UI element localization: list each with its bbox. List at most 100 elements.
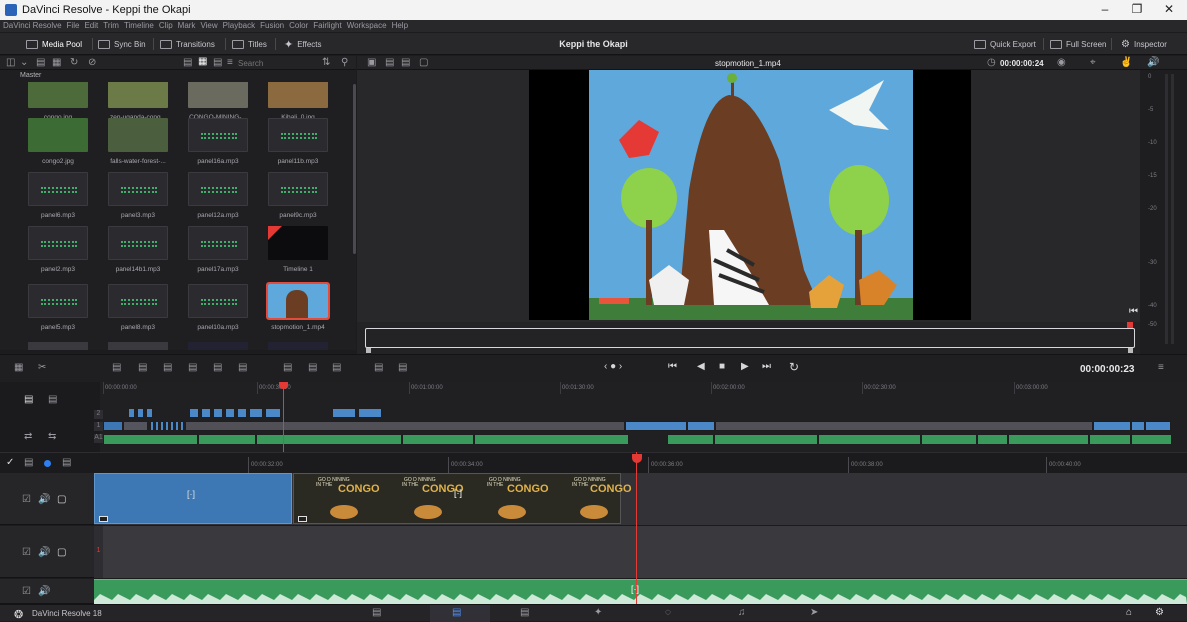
mini-clip-a1[interactable]: [977, 434, 1008, 445]
media-pool-clip[interactable]: panel17a.mp3: [183, 226, 253, 278]
minimize-button[interactable]: –: [1090, 2, 1120, 16]
track-height-icon[interactable]: ▤: [24, 394, 33, 405]
mini-clip-a1[interactable]: [921, 434, 977, 445]
lock-icon[interactable]: ☑: [22, 494, 31, 505]
import-icon[interactable]: ▤: [36, 57, 45, 68]
marker-icon[interactable]: ▤: [62, 457, 71, 468]
mini-clip-v2[interactable]: [146, 408, 153, 418]
close-button[interactable]: ✕: [1154, 2, 1184, 16]
media-pool-scrollbar[interactable]: [353, 84, 356, 254]
mini-clip-v2[interactable]: [249, 408, 263, 418]
mini-clip-v1[interactable]: [1093, 421, 1131, 431]
effects-button[interactable]: ✦ Effects: [284, 38, 322, 51]
play-icon[interactable]: ▶: [741, 361, 749, 372]
mini-clip-v2[interactable]: [358, 408, 382, 418]
dual-viewer-icon[interactable]: ▤: [385, 57, 394, 68]
media-pool-clip[interactable]: panel10a.mp3: [183, 284, 253, 336]
mini-clip-v1[interactable]: [103, 421, 123, 431]
menu-item[interactable]: Playback: [220, 20, 257, 30]
bin-list-icon[interactable]: ◫: [6, 57, 15, 68]
home-icon[interactable]: ⌂: [1126, 607, 1132, 618]
playhead-line[interactable]: [636, 452, 637, 604]
mini-clip-v1[interactable]: [175, 421, 179, 431]
media-pool-clip[interactable]: panel8.mp3: [103, 284, 173, 336]
skip-to-end-icon[interactable]: ⏮: [1129, 306, 1138, 317]
mini-clip-a1[interactable]: [1008, 434, 1089, 445]
viewer-frame[interactable]: [529, 70, 971, 320]
fit-to-fill-icon[interactable]: ▤: [283, 362, 292, 373]
audio-icon[interactable]: 🔊: [38, 586, 50, 597]
quick-export-button[interactable]: Quick Export: [974, 38, 1036, 51]
mini-clip-a1[interactable]: [474, 434, 629, 445]
menu-item[interactable]: File: [64, 20, 82, 30]
mini-clip-v1[interactable]: [165, 421, 169, 431]
aspect-icon[interactable]: ▢: [419, 57, 428, 68]
media-pool-clip[interactable]: falls-water-forest-...: [103, 118, 173, 170]
replace-icon[interactable]: ▤: [308, 362, 317, 373]
source-viewer-icon[interactable]: ▤: [401, 57, 410, 68]
zoom-icon[interactable]: ▤: [398, 362, 407, 373]
mini-clip-a1[interactable]: [198, 434, 256, 445]
trim-tool-icon[interactable]: ▤: [24, 457, 33, 468]
sync-icon[interactable]: ↻: [70, 57, 78, 68]
flag-icon[interactable]: [44, 460, 51, 467]
transform-icon[interactable]: ⌖: [1090, 57, 1096, 68]
loop-icon[interactable]: ↻: [789, 360, 799, 374]
play-reverse-icon[interactable]: ◀: [697, 361, 705, 372]
mini-clip-a1[interactable]: [1131, 434, 1172, 445]
mini-playhead-handle[interactable]: [279, 382, 288, 389]
skip-to-start-icon[interactable]: ⏮: [668, 361, 677, 372]
search-icon[interactable]: ⚲: [341, 57, 348, 68]
out-point-marker[interactable]: [1128, 348, 1133, 353]
fairlight-page-icon[interactable]: ♫: [738, 607, 746, 618]
mini-clip-a1[interactable]: [402, 434, 474, 445]
menu-icon[interactable]: ≡: [1158, 362, 1164, 373]
mini-clip-v2[interactable]: [189, 408, 199, 418]
mini-clip-v1[interactable]: [1131, 421, 1145, 431]
ripple-overwrite-icon[interactable]: ▤: [163, 362, 172, 373]
mini-clip-v1[interactable]: [625, 421, 687, 431]
mini-clip-v2[interactable]: [213, 408, 223, 418]
snap-icon[interactable]: ⇆: [48, 431, 56, 442]
mini-clip-v1[interactable]: [185, 421, 625, 431]
media-pool-clip[interactable]: panel9c.mp3: [263, 172, 333, 224]
mini-clip-a1[interactable]: [103, 434, 198, 445]
titles-button[interactable]: Titles: [232, 38, 267, 51]
media-pool-clip[interactable]: panel11b.mp3: [263, 118, 333, 170]
mini-clip-a1[interactable]: [1089, 434, 1131, 445]
audio-icon[interactable]: 🔊: [38, 547, 50, 558]
mini-clip-v2[interactable]: [237, 408, 247, 418]
playhead-handle[interactable]: [632, 454, 642, 463]
mini-clip-a1[interactable]: [818, 434, 921, 445]
in-point-marker[interactable]: [366, 348, 371, 353]
mini-clip-v2[interactable]: [201, 408, 211, 418]
media-pool-clip[interactable]: panel16a.mp3: [183, 118, 253, 170]
menu-item[interactable]: Color: [286, 20, 310, 30]
mini-clip-v2[interactable]: [265, 408, 281, 418]
media-page-icon[interactable]: ▤: [372, 607, 381, 618]
deliver-page-icon[interactable]: ➤: [810, 607, 818, 618]
mini-clip-v1[interactable]: [150, 421, 154, 431]
cut-page-icon[interactable]: ▤: [452, 607, 461, 618]
maximize-button[interactable]: ❐: [1122, 2, 1152, 16]
nav-prev-next-icon[interactable]: ‹ ● ›: [604, 361, 622, 372]
append-icon[interactable]: ▤: [138, 362, 147, 373]
mini-clip-v2[interactable]: [128, 408, 135, 418]
sort-icon[interactable]: ⇅: [322, 57, 330, 68]
color-picker-icon[interactable]: ◉: [1057, 57, 1066, 68]
mini-clip-v2[interactable]: [137, 408, 144, 418]
mini-clip-v1[interactable]: [160, 421, 164, 431]
media-pool-clip[interactable]: panel14b1.mp3: [103, 226, 173, 278]
mini-clip-v1[interactable]: [180, 421, 184, 431]
mini-clip-v1[interactable]: [715, 421, 1093, 431]
timeline-tracks[interactable]: [·] GO D NINING IN THE CONGO GO D NINING…: [94, 452, 1187, 604]
color-page-icon[interactable]: ◌: [665, 607, 671, 618]
link-icon[interactable]: ⊘: [88, 57, 96, 68]
new-bin-icon[interactable]: ▦: [52, 57, 61, 68]
menu-item[interactable]: Timeline: [121, 20, 156, 30]
mini-clip-a1[interactable]: [714, 434, 818, 445]
audio-icon[interactable]: 🔊: [38, 494, 50, 505]
mini-clip-v2[interactable]: [332, 408, 356, 418]
link-clips-icon[interactable]: ⇄: [24, 431, 32, 442]
menu-item[interactable]: DaVinci Resolve: [0, 20, 64, 30]
